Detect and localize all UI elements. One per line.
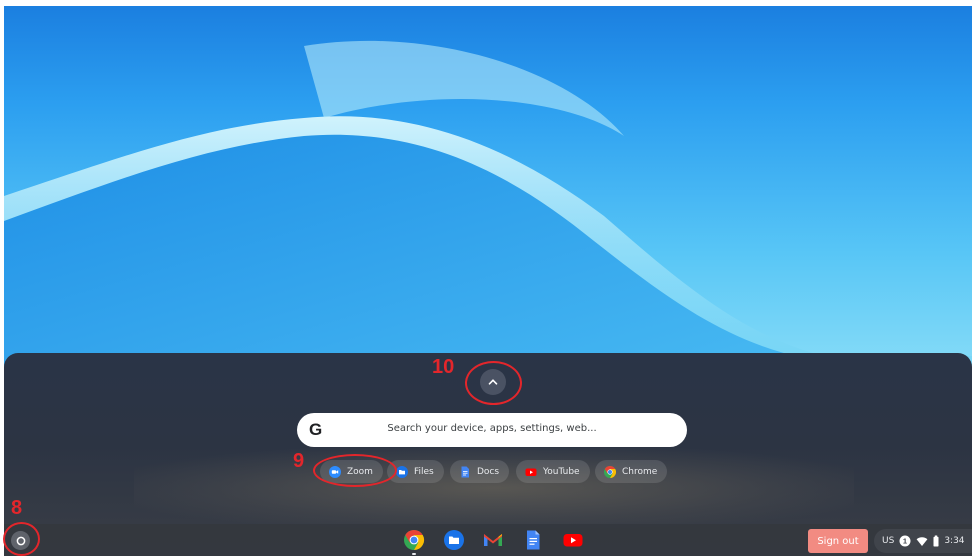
shelf-app-files[interactable] (443, 529, 465, 551)
battery-icon (933, 535, 939, 547)
shelf-app-docs[interactable] (522, 529, 544, 551)
annotation-number-10: 10 (432, 356, 455, 378)
shelf-app-youtube[interactable] (562, 529, 584, 551)
shelf-app-gmail[interactable] (482, 529, 504, 551)
suggestion-chip-youtube[interactable]: YouTube (516, 460, 590, 483)
notification-count: 1 (903, 537, 907, 546)
suggestion-chip-chrome[interactable]: Chrome (595, 460, 668, 483)
docs-icon (461, 466, 469, 477)
annotation-ring-expand (465, 361, 522, 405)
shelf-app-chrome[interactable] (403, 529, 425, 551)
search-placeholder: Search your device, apps, settings, web.… (387, 423, 597, 434)
chip-label: YouTube (543, 466, 580, 477)
youtube-icon (525, 468, 537, 476)
chip-label: Docs (477, 466, 500, 477)
chip-label: Chrome (622, 466, 658, 477)
chip-label: Files (414, 466, 434, 477)
annotation-ring-launcher (3, 522, 40, 556)
annotation-number-8: 8 (11, 497, 23, 519)
status-tray[interactable]: US 1 3:34 (874, 529, 972, 553)
clock-time: 3:34 (944, 536, 965, 546)
chrome-icon (604, 465, 616, 478)
annotation-number-9: 9 (293, 450, 305, 472)
folder-icon (396, 465, 408, 478)
running-indicator (412, 553, 416, 555)
annotation-ring-zoom (313, 454, 397, 487)
notification-badge-icon: 1 (899, 535, 911, 547)
wallpaper-wave-art (4, 40, 972, 366)
keyboard-layout-indicator: US (882, 536, 895, 546)
sign-out-button[interactable]: Sign out (808, 529, 868, 553)
suggestion-chip-docs[interactable]: Docs (450, 460, 510, 483)
wifi-icon (916, 537, 928, 546)
launcher-search-box[interactable]: G Search your device, apps, settings, we… (297, 413, 687, 447)
